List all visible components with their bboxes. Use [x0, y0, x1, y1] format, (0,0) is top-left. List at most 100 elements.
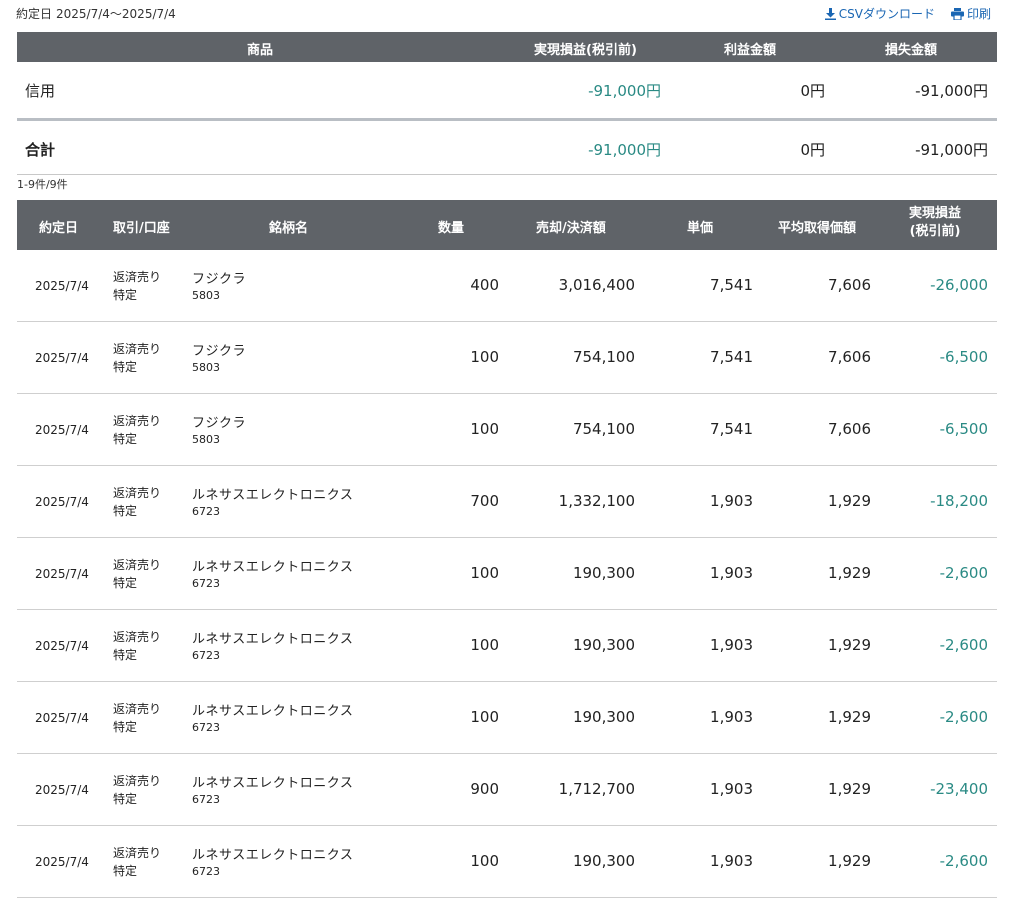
- download-icon: [824, 7, 836, 20]
- trade-date: 2025/7/4: [35, 711, 89, 725]
- stock-code: 5803: [192, 433, 220, 446]
- realized-pl: -18,200: [930, 492, 988, 510]
- quantity: 700: [470, 492, 499, 510]
- trade-type: 返済売り: [113, 270, 162, 284]
- account-type: 特定: [113, 360, 138, 374]
- stock-code: 6723: [192, 649, 220, 662]
- profit-amount: 0円: [800, 82, 825, 100]
- account-type: 特定: [113, 648, 138, 662]
- col-stock-name: 銘柄名: [269, 221, 309, 236]
- sale-amount: 3,016,400: [558, 276, 635, 294]
- table-row: 2025/7/4 返済売り特定 ルネサスエレクトロニクス 6723 700 1,332,1…: [17, 466, 997, 538]
- stock-code: 6723: [192, 577, 220, 590]
- detail-header: 約定日 取引/口座 銘柄名 数量 売却/決済額 単価 平均取得価額 実現損益 (…: [17, 200, 997, 250]
- account-type: 特定: [113, 864, 138, 878]
- sale-amount: 190,300: [572, 708, 635, 726]
- stock-name: ルネサスエレクトロニクス: [192, 704, 354, 719]
- quantity: 100: [470, 348, 499, 366]
- csv-download-label: CSVダウンロード: [838, 7, 935, 21]
- trade-date: 2025/7/4: [35, 855, 89, 869]
- trade-date: 2025/7/4: [35, 495, 89, 509]
- trade-type: 返済売り: [113, 414, 162, 428]
- stock-code: 6723: [192, 721, 220, 734]
- trade-date-range: 約定日 2025/7/4〜2025/7/4: [16, 5, 180, 22]
- col-trade-date: 約定日: [39, 221, 79, 236]
- sale-amount: 190,300: [572, 852, 635, 870]
- trade-account: 返済売り 特定: [113, 268, 161, 304]
- unit-price: 1,903: [710, 492, 753, 510]
- unit-price: 1,903: [710, 708, 753, 726]
- printer-icon: [950, 7, 964, 20]
- realized-pl: -6,500: [939, 420, 988, 438]
- unit-price: 7,541: [710, 420, 753, 438]
- account-type: 特定: [113, 720, 138, 734]
- realized-pl: -2,600: [939, 708, 988, 726]
- total-profit-amount: 0円: [800, 141, 825, 159]
- avg-cost: 1,929: [828, 564, 871, 582]
- avg-cost: 7,606: [828, 348, 871, 366]
- stock-code: 6723: [192, 505, 220, 518]
- table-row: 2025/7/4 返済売り 特定 ルネサスエレクトロニクス 6723 100 190,300…: [17, 610, 997, 682]
- trade-account: 返済売り 特定: [113, 844, 161, 880]
- table-row: 2025/7/4 返済売り 特定 フジクラ 5803 100 754,100 7,541 7,6…: [17, 322, 997, 394]
- realized-pl: -2,600: [939, 852, 988, 870]
- trade-account: 返済売り 特定: [113, 340, 161, 376]
- csv-download-button[interactable]: CSVダウンロード: [824, 5, 935, 22]
- detail-table: 約定日 取引/口座 銘柄名 数量 売却/決済額 単価 平均取得価額 実現損益 (…: [17, 200, 997, 898]
- sale-amount: 754,100: [572, 348, 635, 366]
- col-quantity: 数量: [438, 221, 465, 236]
- stock-name: ルネサスエレクトロニクス: [192, 488, 354, 503]
- trade-account: 返済売り 特定: [113, 556, 161, 592]
- trade-account: 返済売り 特定: [113, 484, 161, 520]
- avg-cost: 1,929: [828, 708, 871, 726]
- account-type: 特定: [113, 504, 138, 518]
- print-button[interactable]: 印刷: [950, 5, 991, 22]
- summary-row-total: 合計 -91,000円 0円 -91,000円: [17, 121, 997, 175]
- unit-price: 1,903: [710, 852, 753, 870]
- realized-pl: -6,500: [939, 348, 988, 366]
- table-row: 2025/7/4 返済売り 特定 フジクラ 5803 400 3,016,400 7,541 7…: [17, 250, 997, 322]
- unit-price: 1,903: [710, 564, 753, 582]
- trade-type: 返済売り: [113, 774, 162, 788]
- col-realized: 実現損益(税引前): [534, 43, 637, 58]
- avg-cost: 7,606: [828, 420, 871, 438]
- stock-name: ルネサスエレクトロニクス: [192, 776, 354, 791]
- realized-pl: -2,600: [939, 564, 988, 582]
- quantity: 100: [470, 708, 499, 726]
- trade-account: 返済売り 特定: [113, 772, 161, 808]
- stock-code: 6723: [192, 865, 220, 878]
- stock-name: ルネサスエレクトロニクス: [192, 632, 354, 647]
- account-type: 特定: [113, 792, 138, 806]
- account-type: 特定: [113, 576, 138, 590]
- avg-cost: 1,929: [828, 852, 871, 870]
- col-realized-pl-line1: 実現損益: [909, 206, 962, 221]
- col-loss: 損失金額: [885, 43, 938, 58]
- quantity: 100: [470, 636, 499, 654]
- sale-amount: 754,100: [572, 420, 635, 438]
- account-type: 特定: [113, 288, 138, 302]
- table-row: 2025/7/4 返済売り 特定 フジクラ 5803 100 754,100 7,541 7,6…: [17, 394, 997, 466]
- trade-date: 2025/7/4: [35, 639, 89, 653]
- total-realized-pl: -91,000円: [588, 141, 661, 159]
- quantity: 900: [470, 780, 499, 798]
- summary-header: 商品 実現損益(税引前) 利益金額 損失金額: [17, 32, 997, 62]
- realized-pl: -23,400: [930, 780, 988, 798]
- realized-pl: -2,600: [939, 636, 988, 654]
- stock-code: 6723: [192, 793, 220, 806]
- trade-type: 返済売り: [113, 630, 162, 644]
- trade-date: 2025/7/4: [35, 279, 89, 293]
- stock-name: フジクラ: [192, 344, 247, 359]
- trade-type: 返済売り: [113, 486, 162, 500]
- trade-type: 返済売り: [113, 342, 162, 356]
- trade-account: 返済売り 特定: [113, 628, 161, 664]
- unit-price: 1,903: [710, 636, 753, 654]
- table-row: 2025/7/4 返済売り 特定 ルネサスエレクトロニクス 6723 100 190,300…: [17, 538, 997, 610]
- sale-amount: 1,712,700: [558, 780, 635, 798]
- unit-price: 1,903: [710, 780, 753, 798]
- table-row: 2025/7/4 返済売り 特定 ルネサスエレクトロニクス 6723 100 190,300…: [17, 826, 997, 898]
- print-label: 印刷: [966, 7, 991, 21]
- sale-amount: 1,332,100: [558, 492, 635, 510]
- summary-row-credit: 信用 -91,000円 0円 -91,000円: [17, 62, 997, 121]
- trade-date: 2025/7/4: [35, 783, 89, 797]
- realized-pl: -91,000円: [588, 82, 661, 100]
